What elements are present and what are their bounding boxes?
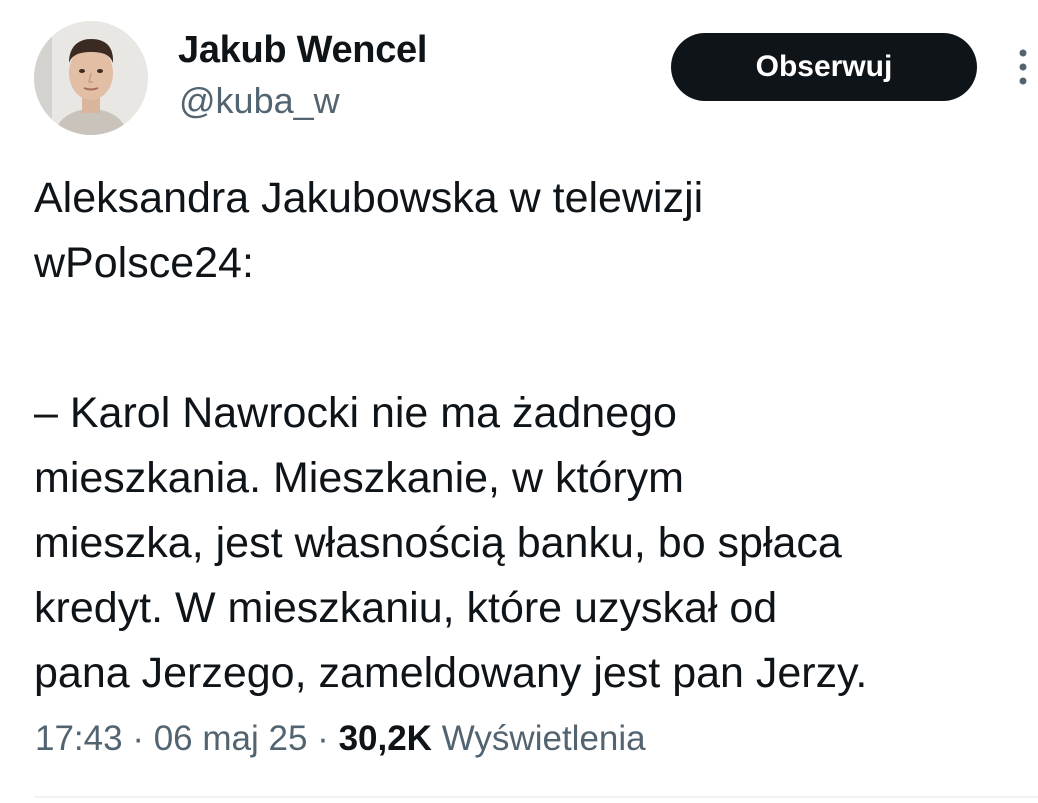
divider	[34, 796, 1038, 798]
more-vertical-icon-glyph	[1019, 49, 1027, 85]
author-handle[interactable]: @kuba_w	[179, 80, 340, 122]
author-display-name[interactable]: Jakub Wencel	[178, 28, 427, 72]
avatar[interactable]	[34, 21, 148, 135]
follow-button[interactable]: Obserwuj	[671, 33, 977, 101]
tweet-date[interactable]: 06 maj 25	[154, 719, 308, 758]
tweet-text-line: mieszkania. Mieszkanie, w którym	[34, 454, 684, 502]
tweet-text-line: kredyt. W mieszkaniu, które uzyskał od	[34, 584, 778, 632]
tweet-text-line: pana Jerzego, zameldowany jest pan Jerzy…	[34, 649, 868, 697]
views-count[interactable]: 30,2K	[339, 719, 432, 758]
tweet-text-line: – Karol Nawrocki nie ma żadnego	[34, 389, 677, 437]
views-label[interactable]: Wyświetlenia	[442, 719, 646, 758]
tweet-text: Aleksandra Jakubowska w telewizji wPolsc…	[34, 166, 1034, 706]
avatar-photo	[34, 21, 148, 135]
meta-separator: ·	[317, 719, 329, 758]
tweet-time[interactable]: 17:43	[35, 719, 123, 758]
tweet-meta: 17:43 · 06 maj 25 · 30,2K Wyświetlenia	[35, 716, 646, 762]
tweet: Jakub Wencel @kuba_w Obserwuj Aleksandra…	[0, 0, 1038, 803]
tweet-text-line: wPolsce24:	[34, 239, 254, 287]
tweet-text-line: Aleksandra Jakubowska w telewizji	[34, 174, 704, 222]
tweet-text-line: mieszka, jest własnością banku, bo spłac…	[34, 519, 842, 567]
meta-separator: ·	[132, 719, 144, 758]
more-vertical-icon[interactable]	[1008, 47, 1038, 87]
